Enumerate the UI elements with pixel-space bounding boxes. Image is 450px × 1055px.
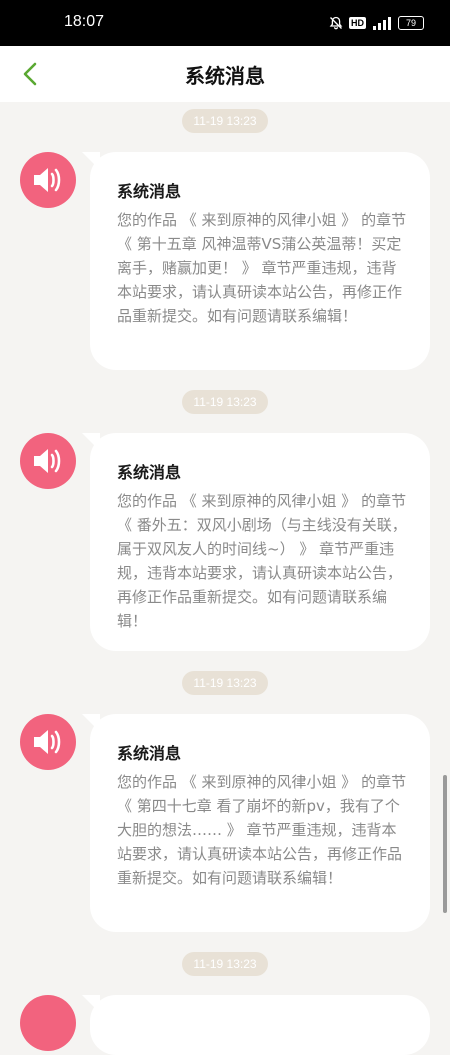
scrollbar-thumb[interactable] [443,775,447,913]
message-bubble[interactable]: 系统消息 您的作品 《 来到原神的风律小姐 》 的章节 《 第四十七章 看了崩坏… [82,714,430,932]
message-title: 系统消息 [117,463,182,482]
speaker-icon [34,730,61,754]
mute-bell-icon [329,16,343,30]
status-bar: 18:07 HD 79 [0,0,450,46]
message-body: 您的作品 《 来到原神的风律小姐 》 的章节 《 第十五章 风神温蒂VS蒲公英温… [117,211,407,325]
message-list[interactable]: 11-19 13:23 系统消息 您的作品 《 来到原神的风律小姐 》 的章节 … [0,102,450,1055]
status-time: 18:07 [64,13,105,30]
avatar[interactable] [20,433,76,489]
speaker-icon [34,449,61,473]
timestamp-badge: 11-19 13:23 [182,671,268,695]
message-body: 您的作品 《 来到原神的风律小姐 》 的章节 《 番外五：双风小剧场（与主线没有… [117,492,407,630]
header: 系统消息 [0,46,450,102]
timestamp-badge: 11-19 13:23 [182,109,268,133]
speaker-icon [34,168,61,192]
message-bubble[interactable]: 系统消息 您的作品 《 来到原神的风律小姐 》 的章节 《 番外五：双风小剧场（… [82,433,430,651]
avatar[interactable] [20,995,76,1051]
message-bubble[interactable] [82,995,430,1055]
status-icons: HD 79 [329,14,424,32]
message-bubble[interactable]: 系统消息 您的作品 《 来到原神的风律小姐 》 的章节 《 第十五章 风神温蒂V… [82,152,430,370]
battery-icon: 79 [398,16,424,30]
message-title: 系统消息 [117,182,182,201]
avatar[interactable] [20,714,76,770]
hd-icon: HD [349,17,366,29]
page-title: 系统消息 [185,64,265,88]
avatar[interactable] [20,152,76,208]
timestamp-badge: 11-19 13:23 [182,390,268,414]
message-body: 您的作品 《 来到原神的风律小姐 》 的章节 《 第四十七章 看了崩坏的新pv，… [117,773,407,887]
signal-icon [373,17,391,30]
message-title: 系统消息 [117,744,182,763]
timestamp-badge: 11-19 13:23 [182,952,268,976]
